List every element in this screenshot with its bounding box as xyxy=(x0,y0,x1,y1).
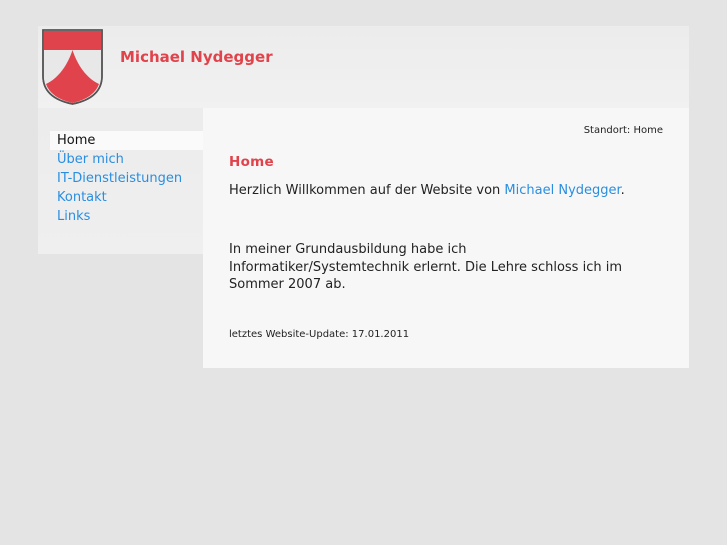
owner-link[interactable]: Michael Nydegger xyxy=(504,183,620,198)
nav-item-home[interactable]: Home xyxy=(50,131,203,150)
page-frame: Michael Nydegger Home Über mich IT-Diens… xyxy=(38,26,689,368)
main-content: Standort: Home Home Herzlich Willkommen … xyxy=(203,108,689,368)
welcome-text: Herzlich Willkommen auf der Website von … xyxy=(229,183,625,198)
welcome-prefix: Herzlich Willkommen auf der Website von xyxy=(229,183,505,198)
nav-item-links[interactable]: Links xyxy=(50,207,203,226)
intro-paragraph: In meiner Grundausbildung habe ich Infor… xyxy=(229,242,622,292)
sidebar: Home Über mich IT-Dienstleistungen Konta… xyxy=(38,108,203,254)
page-title: Home xyxy=(229,154,274,170)
breadcrumb: Standort: Home xyxy=(583,125,663,136)
coat-of-arms-icon[interactable] xyxy=(41,28,104,106)
welcome-suffix: . xyxy=(620,183,625,198)
nav-item-it-dienstleistungen[interactable]: IT-Dienstleistungen xyxy=(50,169,203,188)
site-title[interactable]: Michael Nydegger xyxy=(120,48,273,66)
main-nav: Home Über mich IT-Dienstleistungen Konta… xyxy=(50,131,203,226)
last-update: letztes Website-Update: 17.01.2011 xyxy=(229,329,410,340)
nav-item-ueber-mich[interactable]: Über mich xyxy=(50,150,203,169)
nav-item-kontakt[interactable]: Kontakt xyxy=(50,188,203,207)
site-header: Michael Nydegger xyxy=(38,26,689,108)
